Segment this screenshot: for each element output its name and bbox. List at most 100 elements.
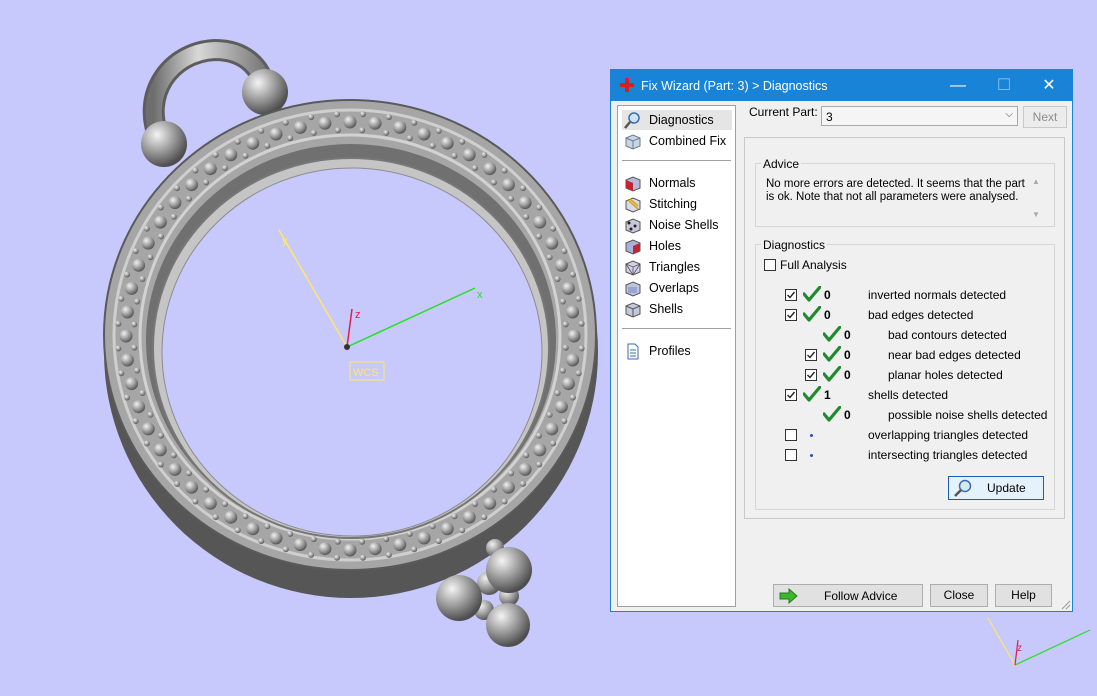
bead	[566, 305, 580, 319]
maximize-button[interactable]: ☐	[981, 70, 1027, 101]
bead-small	[385, 114, 392, 121]
overlaps-icon	[625, 281, 641, 297]
bead-small	[192, 498, 199, 505]
bead	[393, 120, 407, 134]
scroll-down-icon[interactable]: ▼	[1032, 210, 1040, 219]
nav-label: Normals	[649, 176, 696, 190]
bead-small	[222, 165, 228, 171]
diagnostic-checkbox[interactable]	[785, 449, 797, 461]
checkmark-icon	[787, 291, 796, 299]
diagnostic-label: inverted normals detected	[868, 288, 1007, 302]
pending-dot-icon	[810, 434, 813, 437]
current-part-select[interactable]: 3 ⌵	[821, 106, 1018, 126]
bead-small	[158, 432, 164, 439]
bead-small	[546, 254, 553, 261]
bead-small	[359, 538, 366, 545]
bead-small	[451, 513, 458, 520]
bead-small	[174, 185, 180, 192]
bead-small	[287, 530, 294, 537]
diagnostic-label: overlapping triangles detected	[868, 428, 1029, 442]
checkmark-icon	[807, 371, 816, 379]
bead-small	[501, 498, 508, 505]
bead-small	[360, 554, 366, 561]
bead-small	[536, 432, 542, 439]
nav-label: Triangles	[649, 260, 700, 274]
scroll-up-icon[interactable]: ▲	[1032, 177, 1040, 186]
bead	[120, 353, 134, 367]
diagnostic-count: 0	[824, 288, 831, 302]
bead	[168, 462, 182, 476]
help-button[interactable]: Help	[995, 584, 1052, 607]
bead-small	[536, 461, 543, 468]
diagnostic-checkbox[interactable]	[805, 369, 817, 381]
bead-small	[282, 119, 289, 126]
diagnostic-count: 1	[824, 388, 831, 402]
bead-small	[203, 179, 210, 186]
nav-item-profiles[interactable]: Profiles	[622, 341, 732, 361]
cube-icon	[625, 134, 641, 150]
advice-title: Advice	[761, 157, 802, 171]
bead	[185, 178, 199, 192]
follow-advice-button[interactable]: Follow Advice	[773, 584, 923, 607]
bead-small	[170, 213, 177, 220]
diagnostic-count: 0	[844, 348, 851, 362]
diagnostic-checkbox[interactable]	[785, 389, 797, 401]
nav-item-normals[interactable]: Normals	[622, 173, 732, 193]
bead-small	[118, 295, 125, 302]
diagnostic-checkbox[interactable]	[805, 349, 817, 361]
bead	[567, 329, 581, 343]
nav-item-triangles[interactable]: Triangles	[622, 257, 732, 277]
bead-small	[115, 320, 122, 327]
diagnostic-count: 0	[844, 408, 851, 422]
nav-label: Holes	[649, 239, 681, 253]
bead	[224, 510, 238, 524]
nav-label: Noise Shells	[649, 218, 719, 232]
diagnostic-checkbox[interactable]	[785, 289, 797, 301]
resize-grip-icon[interactable]	[1061, 600, 1071, 610]
minimize-button[interactable]: —	[935, 70, 981, 101]
bead-small	[550, 225, 557, 232]
bead-small	[459, 527, 466, 534]
fix-wizard-window: Fix Wizard (Part: 3) > Diagnostics — ☐ ✕…	[610, 69, 1073, 612]
nav-item-stitching[interactable]: Stitching	[622, 194, 732, 214]
diagnostic-checkbox[interactable]	[785, 429, 797, 441]
bead	[125, 377, 139, 391]
bead-small	[481, 151, 488, 158]
current-part-value: 3	[826, 110, 833, 124]
x-axis-label: x	[477, 289, 483, 301]
next-button[interactable]: Next	[1023, 106, 1067, 128]
bead-small	[131, 344, 138, 351]
nav-item-diagnostics[interactable]: Diagnostics	[622, 110, 732, 130]
title-bar[interactable]: Fix Wizard (Part: 3) > Diagnostics — ☐ ✕	[611, 70, 1072, 101]
chevron-down-icon: ⌵	[1005, 109, 1013, 120]
advice-scrollbar[interactable]: ▲ ▼	[1032, 177, 1044, 221]
nav-item-holes[interactable]: Holes	[622, 236, 732, 256]
bead-small	[287, 135, 294, 142]
nav-item-combined-fix[interactable]: Combined Fix	[622, 131, 732, 151]
nav-item-overlaps[interactable]: Overlaps	[622, 278, 732, 298]
nav-item-shells[interactable]: Shells	[622, 299, 732, 319]
bead	[462, 148, 476, 162]
bead-small	[490, 179, 497, 186]
bead-small	[360, 111, 366, 118]
bead-small	[550, 440, 557, 447]
close-window-button[interactable]: ✕	[1026, 70, 1072, 101]
diagnostic-checkbox[interactable]	[785, 309, 797, 321]
nav-item-noise-shells[interactable]: Noise Shells	[622, 215, 732, 235]
full-analysis-checkbox[interactable]	[764, 259, 776, 271]
bead-small	[157, 461, 164, 468]
bead-small	[501, 167, 508, 174]
green-check-icon	[803, 386, 821, 402]
update-button[interactable]: Update	[948, 476, 1044, 500]
bead-small	[561, 248, 568, 254]
current-part-label: Current Part:	[749, 105, 818, 119]
bead	[153, 443, 167, 457]
diagnostic-count: 0	[844, 328, 851, 342]
close-button[interactable]: Close	[930, 584, 988, 607]
bead-small	[124, 394, 131, 401]
bead-small	[481, 514, 488, 521]
diagnostic-label: intersecting triangles detected	[868, 448, 1028, 462]
bead-small	[170, 452, 177, 459]
nav-label: Stitching	[649, 197, 697, 211]
bead-small	[212, 151, 219, 158]
